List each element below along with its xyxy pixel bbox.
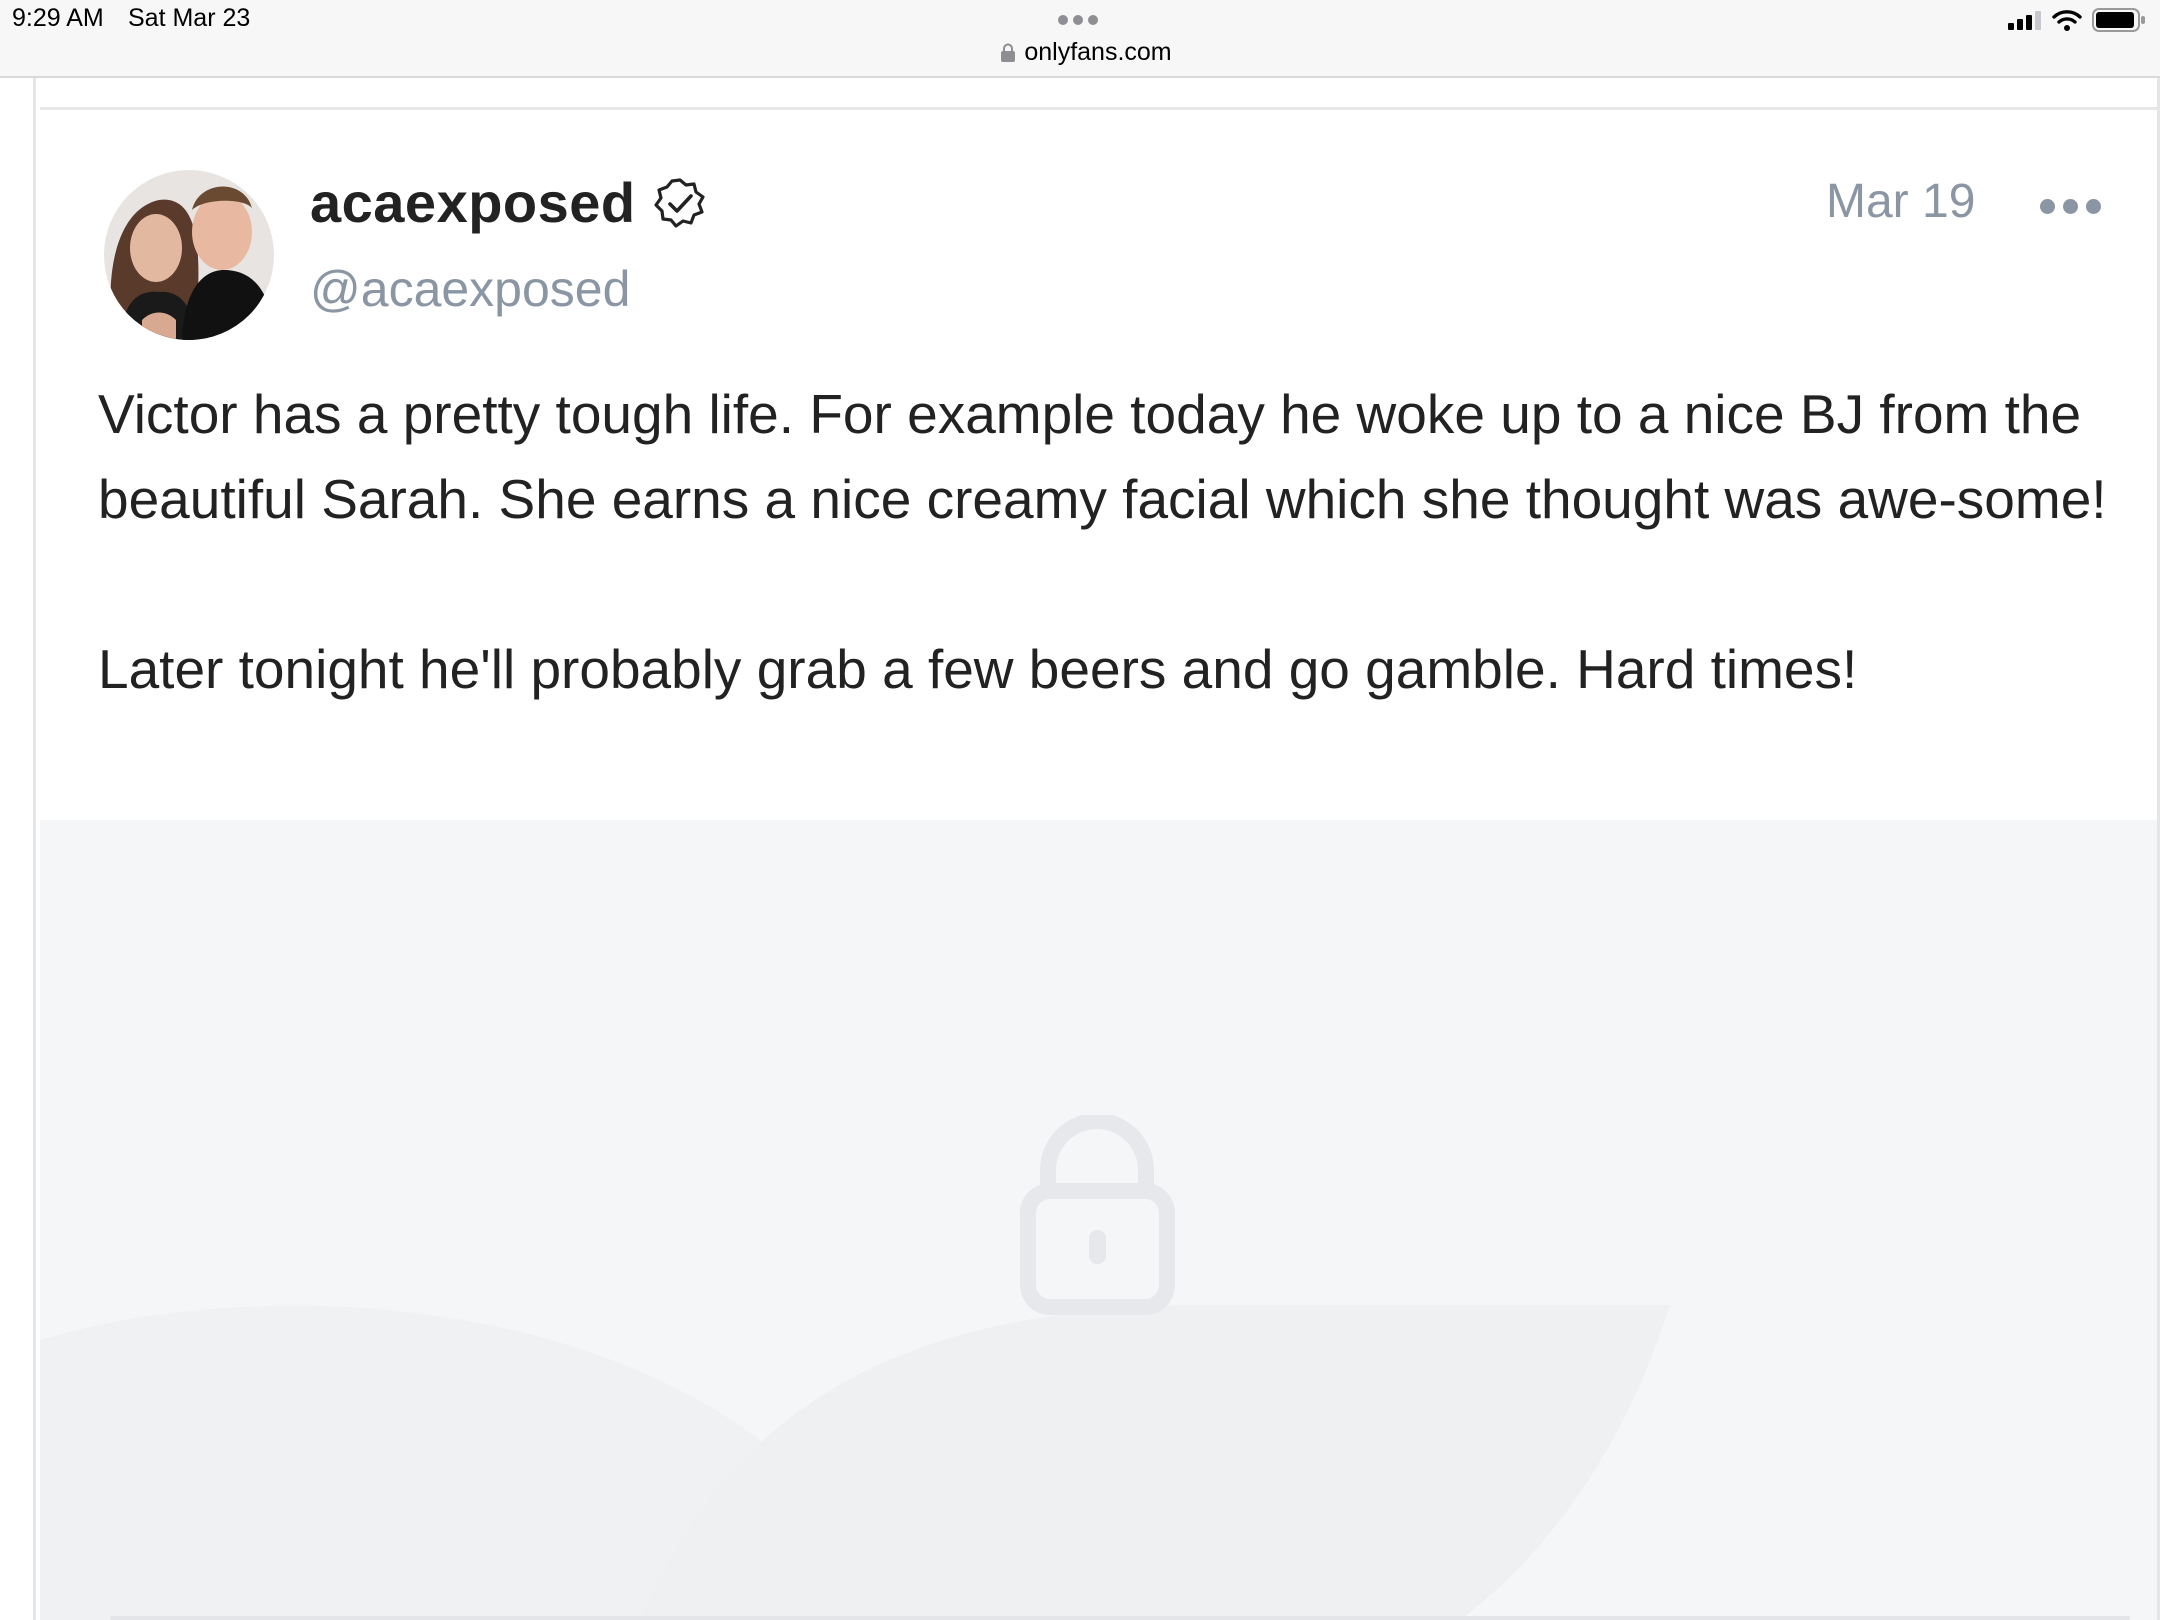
post-paragraph-1: Victor has a pretty tough life. For exam…: [98, 383, 2107, 530]
post-paragraph-2: Later tonight he'll probably grab a few …: [98, 638, 1858, 700]
avatar[interactable]: [104, 170, 274, 340]
verified-badge-icon: [654, 177, 705, 228]
battery-icon: [2092, 8, 2145, 32]
lock-icon: [1020, 1115, 1175, 1315]
status-date: Sat Mar 23: [128, 4, 251, 32]
address-bar[interactable]: onlyfans.com: [0, 38, 2160, 70]
post-text: Victor has a pretty tough life. For exam…: [98, 372, 2138, 712]
avatar-photo: [104, 170, 274, 340]
cellular-signal-icon: [2008, 11, 2041, 30]
previous-post-divider: [40, 80, 2157, 110]
display-name[interactable]: acaexposed: [310, 170, 636, 235]
media-bottom-divider: [110, 1616, 2130, 1620]
page-left-rail: [0, 78, 36, 1620]
locked-media[interactable]: [40, 820, 2157, 1620]
more-options-icon[interactable]: [2040, 194, 2104, 218]
status-bar: 9:29 AM Sat Mar 23 onlyfans.com: [0, 0, 2160, 78]
secure-lock-icon: [1001, 43, 1016, 62]
url-text: onlyfans.com: [1024, 38, 1172, 66]
display-name-row: acaexposed: [310, 170, 706, 235]
status-time: 9:29 AM: [12, 4, 104, 32]
status-indicators: [2008, 8, 2146, 32]
user-handle[interactable]: @acaexposed: [310, 260, 630, 318]
wifi-icon: [2052, 10, 2082, 31]
tabs-overview-icon[interactable]: [1058, 12, 1104, 28]
post-date[interactable]: Mar 19: [1826, 174, 1975, 229]
